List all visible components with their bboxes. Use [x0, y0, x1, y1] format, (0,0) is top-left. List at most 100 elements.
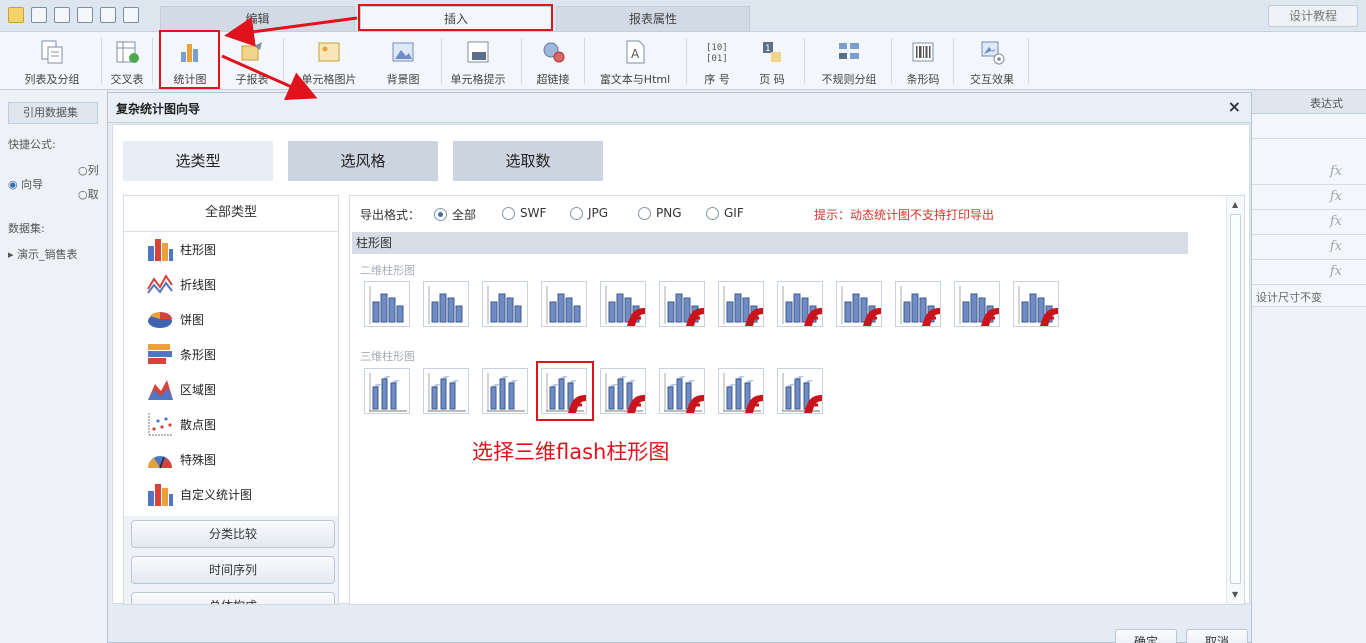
format-radio-png[interactable]: PNG [638, 206, 682, 220]
toolbar-label: 超链接 [536, 73, 570, 86]
toolbar-barcode-button[interactable]: 条形码 [898, 34, 948, 88]
category-label: 饼图 [180, 312, 205, 327]
fx-icon[interactable]: fx [1330, 239, 1342, 254]
toolbar-richtext-button[interactable]: A 富文本与Html [592, 34, 678, 88]
chart-style-thumb[interactable] [423, 368, 469, 414]
toolbar-cell-tip-button[interactable]: 单元格提示 [444, 34, 512, 88]
table-row [1250, 114, 1366, 139]
tab-report-properties[interactable]: 报表属性 [556, 6, 750, 31]
table-row[interactable]: fx [1250, 210, 1366, 235]
fx-icon[interactable]: fx [1330, 189, 1342, 204]
group-category-compare-button[interactable]: 分类比较 [131, 520, 335, 548]
scroll-down-icon[interactable]: ▼ [1232, 590, 1238, 599]
table-row[interactable]: fx [1250, 185, 1366, 210]
chart-style-thumb[interactable] [777, 281, 823, 327]
group-time-series-button[interactable]: 时间序列 [131, 556, 335, 584]
format-radio-jpg[interactable]: JPG [570, 206, 608, 220]
quick-formula-label: 快捷公式: [8, 138, 56, 151]
toolbar-irregular-group-button[interactable]: 不规则分组 [812, 34, 886, 88]
export-icon[interactable] [100, 7, 116, 23]
category-scatter[interactable]: 散点图 [146, 409, 216, 439]
ref-dataset-button[interactable]: 引用数据集 [8, 102, 98, 124]
barcode-icon [912, 42, 934, 62]
chart-style-thumb[interactable] [600, 368, 646, 414]
line-chart-icon [147, 274, 173, 294]
fx-icon[interactable]: fx [1330, 264, 1342, 279]
toolbar-cell-image-button[interactable]: 单元格图片 [294, 34, 364, 88]
chart-style-thumb[interactable] [423, 281, 469, 327]
complex-chart-wizard-dialog: 复杂统计图向导 × 选类型 选风格 选取数 全部类型 柱形图 折线图 饼图 条形… [107, 92, 1252, 643]
table-row[interactable]: fx [1250, 235, 1366, 260]
toolbar-divider [1028, 38, 1029, 84]
open-folder-icon[interactable] [8, 7, 24, 23]
chart-category-panel: 全部类型 柱形图 折线图 饼图 条形图 区域图 散点图 特殊图 自定义统计图 分… [123, 195, 339, 605]
chart-style-thumb[interactable] [718, 368, 764, 414]
cancel-button[interactable]: 取消 [1186, 629, 1248, 643]
fx-icon[interactable]: fx [1330, 164, 1342, 179]
option-fetch-radio[interactable]: ○取 [78, 186, 99, 202]
toolbar-crosstab-button[interactable]: 交叉表 [104, 34, 150, 88]
pie-chart-icon [148, 312, 172, 328]
category-column[interactable]: 柱形图 [146, 234, 216, 264]
group-composition-button[interactable]: 总体构成 [131, 592, 335, 604]
highlight-insert-tab [358, 4, 553, 31]
preview-icon[interactable] [123, 7, 139, 23]
vertical-scrollbar[interactable]: ▲ ▼ [1226, 196, 1244, 604]
chart-style-thumb[interactable] [482, 281, 528, 327]
chart-style-thumb[interactable] [895, 281, 941, 327]
tab-edit[interactable]: 编辑 [160, 6, 355, 31]
ok-button[interactable]: 确定 [1115, 629, 1177, 643]
column-chart-style-icon [546, 286, 581, 324]
toolbar-hyperlink-button[interactable]: 超链接 [526, 34, 580, 88]
chart-style-thumb[interactable] [1013, 281, 1059, 327]
option-list-radio[interactable]: ○列 [78, 162, 99, 178]
category-special[interactable]: 特殊图 [146, 444, 216, 474]
format-radio-swf[interactable]: SWF [502, 206, 546, 220]
chart-style-thumb[interactable] [364, 368, 410, 414]
category-custom[interactable]: 自定义统计图 [146, 479, 252, 509]
table-row[interactable]: fx [1250, 160, 1366, 185]
toolbar-interaction-button[interactable]: 交互效果 [960, 34, 1024, 88]
toolbar-page-number-button[interactable]: 1 页 码 [746, 34, 798, 88]
category-area[interactable]: 区域图 [146, 374, 216, 404]
chart-style-thumb[interactable] [482, 368, 528, 414]
tab-select-type[interactable]: 选类型 [123, 141, 273, 181]
category-bar[interactable]: 条形图 [146, 339, 216, 369]
tree-item-sales[interactable]: ▸ 演示_销售表 [8, 246, 78, 262]
toolbar-background-image-button[interactable]: 背景图 [368, 34, 438, 88]
refresh-icon[interactable] [77, 7, 93, 23]
chart-style-thumb[interactable] [836, 281, 882, 327]
tab-select-data[interactable]: 选取数 [453, 141, 603, 181]
tab-select-style[interactable]: 选风格 [288, 141, 438, 181]
chart-style-thumb[interactable] [718, 281, 764, 327]
toolbar-list-group-button[interactable]: 列表及分组 [4, 34, 100, 88]
format-radio-gif[interactable]: GIF [706, 206, 744, 220]
scroll-up-icon[interactable]: ▲ [1232, 200, 1238, 209]
save-as-icon[interactable] [54, 7, 70, 23]
save-icon[interactable] [31, 7, 47, 23]
chart-style-thumb[interactable] [659, 281, 705, 327]
category-line[interactable]: 折线图 [146, 269, 216, 299]
irregular-group-icon [839, 43, 859, 59]
table-row[interactable]: fx [1250, 260, 1366, 285]
category-pie[interactable]: 饼图 [146, 304, 204, 334]
format-radio-all[interactable]: 全部 [434, 206, 476, 223]
design-tutorial-button[interactable]: 设计教程 [1268, 5, 1358, 27]
chart-style-thumb[interactable] [777, 368, 823, 414]
format-label: 全部 [452, 208, 477, 222]
fx-icon[interactable]: fx [1330, 214, 1342, 229]
toolbar-sequence-button[interactable]: [10] [01] 序 号 [694, 34, 740, 88]
toolbar-divider [953, 38, 954, 84]
scroll-thumb[interactable] [1230, 214, 1241, 584]
chart-style-thumb[interactable] [954, 281, 1000, 327]
close-icon[interactable]: × [1228, 97, 1241, 116]
wizard-radio[interactable]: ◉ 向导 [8, 176, 43, 192]
option-list-label: 列 [87, 164, 99, 177]
chart-style-thumb[interactable] [659, 368, 705, 414]
chart-style-thumb[interactable] [600, 281, 646, 327]
subheader-2d: 二维柱形图 [360, 264, 415, 277]
toolbar-label: 交互效果 [970, 73, 1014, 86]
chart-style-thumb[interactable] [364, 281, 410, 327]
chart-style-thumb[interactable] [541, 281, 587, 327]
toolbar-subreport-button[interactable]: 子报表 [224, 34, 280, 88]
